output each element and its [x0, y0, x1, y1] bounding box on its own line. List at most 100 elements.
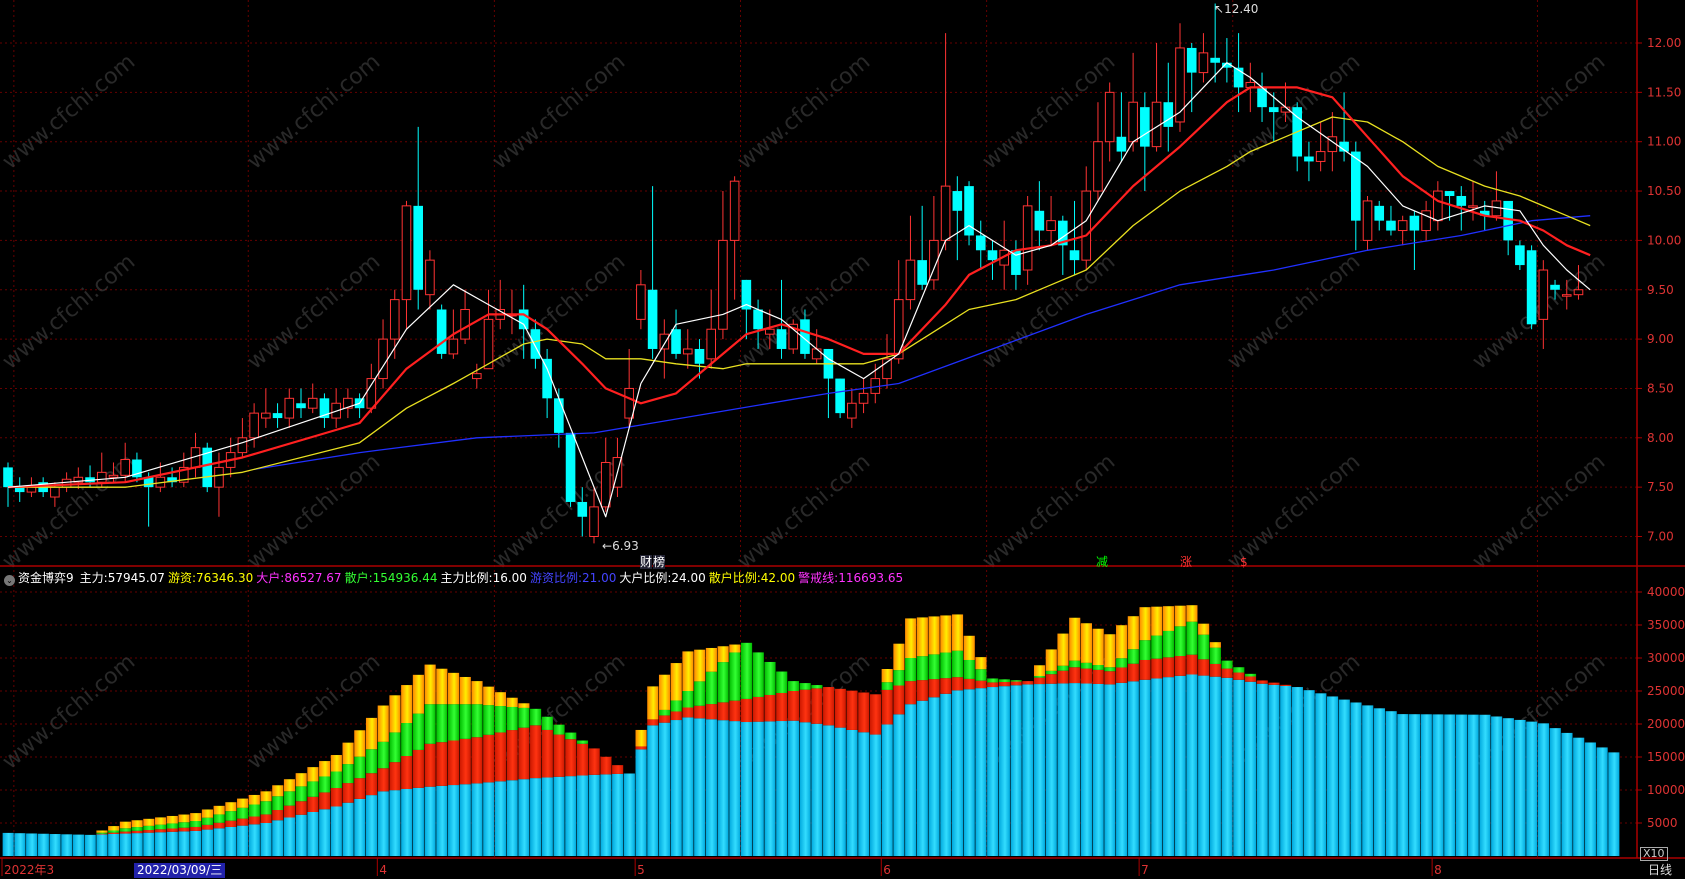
retail-bar [84, 834, 96, 856]
candle-body-up [366, 378, 377, 409]
hotmoney-bar [494, 706, 506, 733]
candle-body-down [1268, 107, 1279, 113]
retail-bar [1608, 752, 1620, 856]
main-force-bar [424, 664, 436, 705]
candle-body-down [1409, 215, 1420, 231]
event-marker-dollar[interactable]: $ [1240, 555, 1248, 569]
retail-bar [741, 722, 753, 856]
retail-bar [623, 773, 635, 856]
retail-bar [940, 693, 952, 856]
hotmoney-bar [565, 732, 577, 740]
hotmoney-bar [1045, 670, 1057, 675]
candle-body-down [1304, 156, 1314, 162]
bigholder-bar [963, 678, 975, 690]
main-force-bar [951, 614, 964, 651]
main-force-bar [459, 676, 471, 705]
ma10-line [7, 86, 1591, 489]
bigholder-bar [354, 778, 366, 799]
candle-body-down [917, 260, 927, 285]
retail-bar [61, 834, 73, 856]
indicator-name[interactable]: 资金博弈9 [18, 571, 74, 585]
retail-bar [1291, 687, 1303, 856]
hotmoney-bar [1104, 667, 1116, 672]
event-marker-zhang[interactable]: 涨 [1180, 555, 1192, 569]
main-force-bar [1127, 616, 1139, 650]
retail-bar [1409, 714, 1421, 856]
main-force-bar [483, 686, 495, 706]
bigholder-bar [1256, 680, 1268, 684]
main-force-bar [916, 617, 928, 657]
hotmoney-bar [448, 704, 460, 741]
retail-bar [1022, 684, 1034, 856]
bigholder-bar [869, 694, 882, 735]
retail-bar [424, 786, 436, 856]
retail-bar [260, 823, 272, 856]
bigholder-bar [1010, 681, 1022, 686]
hotmoney-bar [670, 700, 682, 712]
price-tick-label: 12.00 [1647, 36, 1681, 50]
main-force-bar [647, 686, 659, 720]
retail-bar [37, 833, 49, 856]
retail-bar [799, 722, 811, 856]
retail-bar [354, 798, 366, 856]
retail-bar [26, 833, 38, 856]
indicator-settings-icon[interactable]: ⌄ [4, 575, 15, 586]
hotmoney-bar [143, 825, 155, 831]
indicator-retail-ratio-value: 42.00 [760, 571, 796, 585]
indicator-main-ratio-label: 主力比例: [440, 571, 493, 585]
main-force-bar [260, 791, 272, 802]
hotmoney-bar [576, 740, 589, 744]
indicator-header: ⌄ 资金博弈9 主力:57945.07 游资:76346.30 大户:86527.67 散… [0, 570, 1640, 587]
retail-bar [717, 720, 729, 856]
candle-body-down [1374, 205, 1385, 221]
retail-bar [1479, 714, 1491, 856]
retail-bar [14, 833, 26, 856]
bigholder-bar [541, 729, 553, 778]
time-tick-label: 5 [637, 863, 645, 877]
bigholder-bar [787, 691, 799, 721]
main-force-bar [963, 635, 975, 660]
retail-bar [1362, 705, 1374, 856]
main-force-bar [342, 742, 354, 765]
main-force-bar [1186, 605, 1198, 622]
hotmoney-bar [1151, 635, 1163, 659]
period-label[interactable]: 日线 [1648, 863, 1672, 878]
retail-bar [553, 776, 565, 856]
hotmoney-bar [752, 652, 764, 697]
main-force-bar [365, 717, 378, 750]
retail-bar [1010, 685, 1022, 856]
hotmoney-bar [295, 786, 307, 802]
retail-bar [1303, 690, 1315, 856]
bigholder-bar [1280, 684, 1292, 686]
hotmoney-bar [1186, 621, 1198, 655]
indicator-alert-label: 警戒线: [798, 571, 839, 585]
retail-bar [846, 729, 858, 856]
volume-tick-label: 25000 [1647, 684, 1685, 698]
event-marker-jian[interactable]: 减 [1096, 555, 1108, 569]
retail-bar [377, 791, 389, 856]
bigholder-bar [213, 822, 225, 829]
retail-bar [869, 734, 882, 856]
main-force-bar [131, 820, 143, 828]
retail-bar [1280, 685, 1292, 856]
candle-body-up [1538, 269, 1549, 320]
candle-body-up [1468, 205, 1478, 208]
candle-body-down [1515, 245, 1525, 266]
retail-bar [506, 780, 518, 856]
retail-bar [600, 774, 612, 856]
retail-bar [1139, 679, 1151, 856]
candle-body-down [1186, 47, 1197, 73]
retail-bar [190, 830, 202, 856]
hotmoney-bar [975, 669, 987, 681]
event-marker-bang[interactable]: 榜 [653, 555, 666, 569]
bigholder-bar [670, 711, 682, 721]
candle-body-up [1175, 47, 1185, 123]
hotmoney-bar [1174, 626, 1186, 657]
retail-bar [1397, 714, 1409, 856]
candle-body-up [1573, 289, 1584, 296]
indicator-bigholder-label: 大户: [256, 571, 285, 585]
stock-chart[interactable]: www.cfchi.com www.cfchi.com www.cfchi.com w… [0, 0, 1685, 879]
bigholder-bar [401, 756, 413, 790]
candle-body-down [1140, 107, 1150, 147]
event-marker-cai[interactable]: 财 [640, 555, 653, 569]
